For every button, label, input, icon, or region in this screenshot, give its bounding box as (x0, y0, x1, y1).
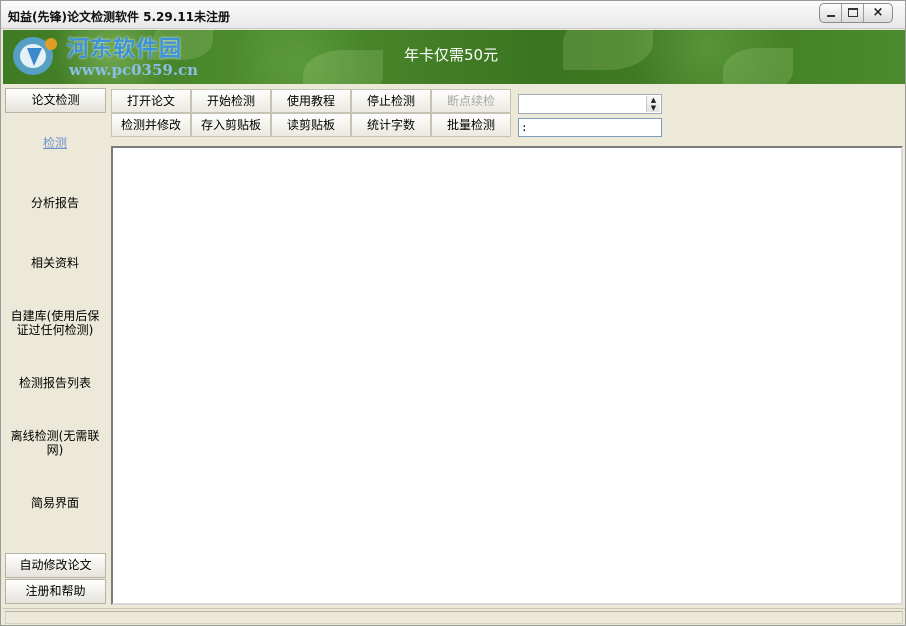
maximize-button[interactable] (842, 4, 864, 22)
sidebar-item-offline-check[interactable]: 离线检测(无需联 网) (3, 429, 107, 457)
title-bar[interactable]: 知益(先锋)论文检测软件 5.29.11未注册 × (1, 1, 905, 29)
paper-text-editor[interactable] (111, 146, 903, 605)
tab-paper-check[interactable]: 论文检测 (5, 88, 106, 113)
tab-register-help[interactable]: 注册和帮助 (5, 579, 106, 604)
promo-banner[interactable]: 河东软件园 www.pc0359.cn 年卡仅需50元 (3, 30, 905, 84)
banner-leaf-decoration (723, 48, 793, 84)
sidebar-item-custom-library[interactable]: 自建库(使用后保 证过任何检测) (3, 309, 107, 337)
resume-check-button[interactable]: 断点续检 (431, 89, 511, 113)
banner-leaf-decoration (563, 30, 653, 70)
maximize-icon (848, 8, 858, 17)
tutorial-button[interactable]: 使用教程 (271, 89, 351, 113)
status-bar (3, 608, 905, 625)
sidebar-item-report-list[interactable]: 检测报告列表 (3, 376, 107, 390)
promo-text[interactable]: 年卡仅需50元 (404, 44, 498, 65)
status-panel (5, 611, 903, 624)
sidebar: 论文检测 检测 分析报告 相关资料 自建库(使用后保 证过任何检测) 检测报告列… (3, 87, 107, 605)
banner-leaf-decoration (303, 50, 383, 84)
check-and-revise-button[interactable]: 检测并修改 (111, 113, 191, 137)
window-controls: × (819, 3, 893, 23)
tab-auto-revise[interactable]: 自动修改论文 (5, 553, 106, 578)
close-icon: × (872, 5, 884, 20)
start-check-button[interactable]: 开始检测 (191, 89, 271, 113)
word-count-button[interactable]: 统计字数 (351, 113, 431, 137)
save-to-clipboard-button[interactable]: 存入剪贴板 (191, 113, 271, 137)
spinner-arrows-icon[interactable]: ▲ ▼ (646, 96, 660, 112)
sidebar-item-analysis-report[interactable]: 分析报告 (3, 196, 107, 210)
close-button[interactable]: × (864, 4, 892, 22)
sidebar-item-check[interactable]: 检测 (3, 136, 107, 150)
stop-check-button[interactable]: 停止检测 (351, 89, 431, 113)
watermark-logo-icon (13, 37, 57, 75)
open-paper-button[interactable]: 打开论文 (111, 89, 191, 113)
option-combobox[interactable]: ▲ ▼ (518, 94, 662, 114)
minimize-button[interactable] (820, 4, 842, 22)
app-window: 知益(先锋)论文检测软件 5.29.11未注册 × 河东软件园 www.pc03… (0, 0, 906, 626)
sidebar-item-related-materials[interactable]: 相关资料 (3, 256, 107, 270)
window-title: 知益(先锋)论文检测软件 5.29.11未注册 (8, 10, 231, 24)
watermark-url: www.pc0359.cn (69, 61, 199, 79)
read-clipboard-button[interactable]: 读剪贴板 (271, 113, 351, 137)
path-input[interactable]: : (518, 118, 662, 137)
minimize-icon (827, 15, 835, 17)
watermark-name: 河东软件园 (67, 36, 183, 62)
batch-check-button[interactable]: 批量检测 (431, 113, 511, 137)
sidebar-item-simple-ui[interactable]: 简易界面 (3, 496, 107, 510)
